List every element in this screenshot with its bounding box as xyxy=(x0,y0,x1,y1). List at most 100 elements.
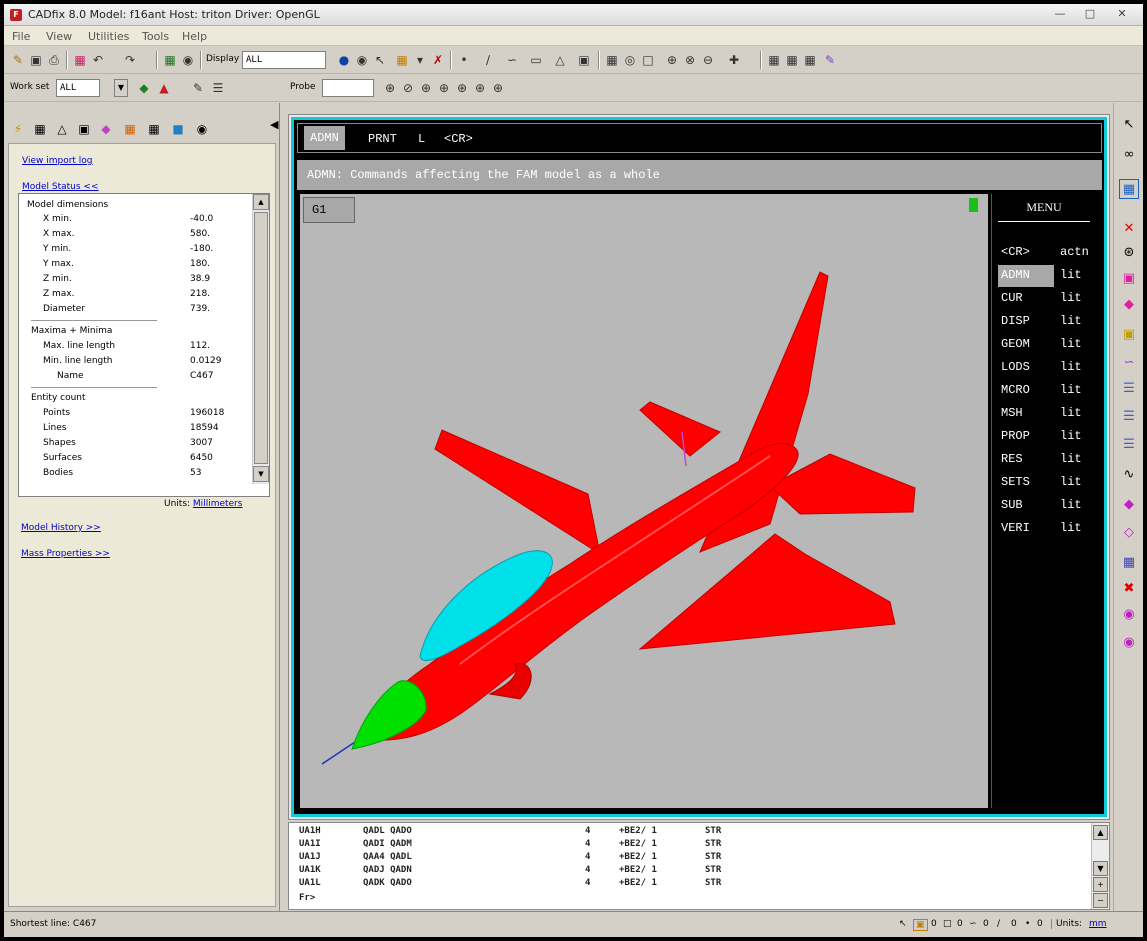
probe-line-icon[interactable]: ⊘ xyxy=(400,80,416,96)
surface-stitch-icon[interactable]: ◉ xyxy=(1119,633,1139,653)
select-pointer-icon[interactable]: ↖ xyxy=(1119,115,1139,135)
color-palette-icon[interactable]: ▦ xyxy=(394,52,410,68)
line-filter-icon[interactable]: ∕ xyxy=(997,919,1000,929)
menu-item-cr[interactable]: <CR> actn xyxy=(998,242,1103,264)
target-icon[interactable]: ◎ xyxy=(622,52,638,68)
console-expand-icon[interactable]: + xyxy=(1093,877,1108,892)
command-prnt[interactable]: PRNT xyxy=(368,132,397,146)
save-icon[interactable]: ▣ xyxy=(28,52,44,68)
menu-item-admn[interactable]: ADMN lit xyxy=(998,265,1103,287)
record-macro-icon[interactable]: ▦ xyxy=(72,52,88,68)
menu-tools[interactable]: Tools xyxy=(142,30,169,43)
tab-shapes-icon[interactable]: ◆ xyxy=(96,119,116,139)
curve-tool-icon[interactable]: ∽ xyxy=(504,52,520,68)
chevron-down-icon[interactable]: ▾ xyxy=(412,52,428,68)
zoom-in-icon[interactable]: ⊕ xyxy=(664,52,680,68)
menu-item-lods[interactable]: LODS lit xyxy=(998,357,1103,379)
tab-geometry-icon[interactable]: △ xyxy=(52,119,72,139)
command-cr[interactable]: <CR> xyxy=(444,132,473,146)
menu-item-mcro[interactable]: MCRO lit xyxy=(998,380,1103,402)
layer-stack-icon[interactable]: ☰ xyxy=(1119,379,1139,399)
workset-filter-icon[interactable]: ☰ xyxy=(210,80,226,96)
point-tool-icon[interactable]: • xyxy=(456,52,472,68)
status-scrollbar[interactable]: ▲ ▼ xyxy=(252,194,269,484)
table-view-icon[interactable]: ▦ xyxy=(1119,179,1139,199)
shape-filter-icon[interactable]: ▣ xyxy=(913,919,928,931)
menu-view[interactable]: View xyxy=(46,30,72,43)
spline-icon[interactable]: ∿ xyxy=(1119,465,1139,485)
tab-lightning-icon[interactable]: ⚡ xyxy=(8,119,28,139)
f16-model[interactable] xyxy=(300,194,988,808)
view-import-log-link[interactable]: View import log xyxy=(22,156,93,166)
console-scrollbar[interactable]: ▲ ▼ + − xyxy=(1091,823,1109,909)
layer-edit-icon[interactable]: ☰ xyxy=(1119,435,1139,455)
pan-icon[interactable]: ✚ xyxy=(726,52,742,68)
display-field[interactable]: ALL xyxy=(242,51,326,69)
surface-edit-icon[interactable]: ◆ xyxy=(1119,495,1139,515)
scroll-up-icon[interactable]: ▲ xyxy=(1093,825,1108,840)
edit-workset-icon[interactable]: ✎ xyxy=(190,80,206,96)
menu-item-sub[interactable]: SUB lit xyxy=(998,495,1103,517)
probe-point-icon[interactable]: ⊕ xyxy=(382,80,398,96)
minimize-button[interactable]: — xyxy=(1046,6,1074,23)
workset-dropdown-chevron-down-icon[interactable]: ▼ xyxy=(114,79,128,97)
delete-entity-icon[interactable]: ✗ xyxy=(430,52,446,68)
repair-tool-icon[interactable]: ✎ xyxy=(822,52,838,68)
maximize-button[interactable]: □ xyxy=(1076,6,1104,23)
view-side-icon[interactable]: ▦ xyxy=(784,52,800,68)
pointer-icon[interactable]: ↖ xyxy=(372,52,388,68)
tab-mesh-icon[interactable]: ▦ xyxy=(120,119,140,139)
body-move-icon[interactable]: ▦ xyxy=(1119,553,1139,573)
3d-viewport[interactable]: G1 xyxy=(300,194,988,808)
scroll-down-icon[interactable]: ▼ xyxy=(1093,861,1108,876)
units-link[interactable]: Millimeters xyxy=(193,499,243,509)
menu-item-cur[interactable]: CUR lit xyxy=(998,288,1103,310)
probe-element-icon[interactable]: ⊕ xyxy=(490,80,506,96)
surface-filter-icon[interactable]: □ xyxy=(943,919,952,929)
close-button[interactable]: ✕ xyxy=(1108,6,1136,23)
menu-utilities[interactable]: Utilities xyxy=(88,30,129,43)
menu-item-veri[interactable]: VERI lit xyxy=(998,518,1103,540)
delete-red-x-icon[interactable]: ✕ xyxy=(1119,219,1139,239)
probe-field[interactable] xyxy=(322,79,374,97)
menu-item-geom[interactable]: GEOM lit xyxy=(998,334,1103,356)
axis-icon[interactable]: ⊛ xyxy=(1119,243,1139,263)
probe-body-icon[interactable]: ⊕ xyxy=(454,80,470,96)
menu-item-disp[interactable]: DISP lit xyxy=(998,311,1103,333)
window-frame-icon[interactable]: □ xyxy=(640,52,656,68)
menu-item-prop[interactable]: PROP lit xyxy=(998,426,1103,448)
surface-repair-icon[interactable]: ◉ xyxy=(1119,605,1139,625)
surface-tool-icon[interactable]: ▭ xyxy=(528,52,544,68)
wireframe-display-icon[interactable]: ◉ xyxy=(354,52,370,68)
curve-filter-icon[interactable]: ∽ xyxy=(969,919,977,929)
layer-g-icon[interactable]: ☰ xyxy=(1119,407,1139,427)
point-filter-icon[interactable]: • xyxy=(1025,919,1030,929)
workset-field[interactable]: ALL xyxy=(56,79,100,97)
workset-color-icon[interactable]: ▲ xyxy=(156,80,172,96)
menu-help[interactable]: Help xyxy=(182,30,207,43)
model-status-link[interactable]: Model Status << xyxy=(22,182,99,192)
body-delete-icon[interactable]: ✖ xyxy=(1119,579,1139,599)
curve-edit-icon[interactable]: ∽ xyxy=(1119,353,1139,373)
model-tree-icon[interactable]: ▦ xyxy=(162,52,178,68)
line-tool-icon[interactable]: ∕ xyxy=(480,52,496,68)
magenta-shape-icon[interactable]: ◆ xyxy=(1119,295,1139,315)
undo-icon[interactable]: ↶ xyxy=(90,52,106,68)
scroll-up-icon[interactable]: ▲ xyxy=(253,194,269,210)
yellow-solid-icon[interactable]: ▣ xyxy=(1119,325,1139,345)
view-front-icon[interactable]: ▦ xyxy=(766,52,782,68)
tab-tree-icon[interactable]: ▦ xyxy=(30,119,50,139)
find-icon[interactable]: ◉ xyxy=(180,52,196,68)
tab-results-icon[interactable]: ■ xyxy=(168,119,188,139)
mass-properties-link[interactable]: Mass Properties >> xyxy=(21,549,110,559)
tab-properties-icon[interactable]: ▦ xyxy=(144,119,164,139)
surface-outline-icon[interactable]: ◇ xyxy=(1119,523,1139,543)
probe-shape-icon[interactable]: ⊕ xyxy=(418,80,434,96)
menu-item-sets[interactable]: SETS lit xyxy=(998,472,1103,494)
scroll-down-icon[interactable]: ▼ xyxy=(253,466,269,482)
body-tool-icon[interactable]: △ xyxy=(552,52,568,68)
pointer-icon[interactable]: ↖ xyxy=(899,919,907,929)
menu-item-msh[interactable]: MSH lit xyxy=(998,403,1103,425)
redo-icon[interactable]: ↷ xyxy=(122,52,138,68)
menu-item-res[interactable]: RES lit xyxy=(998,449,1103,471)
